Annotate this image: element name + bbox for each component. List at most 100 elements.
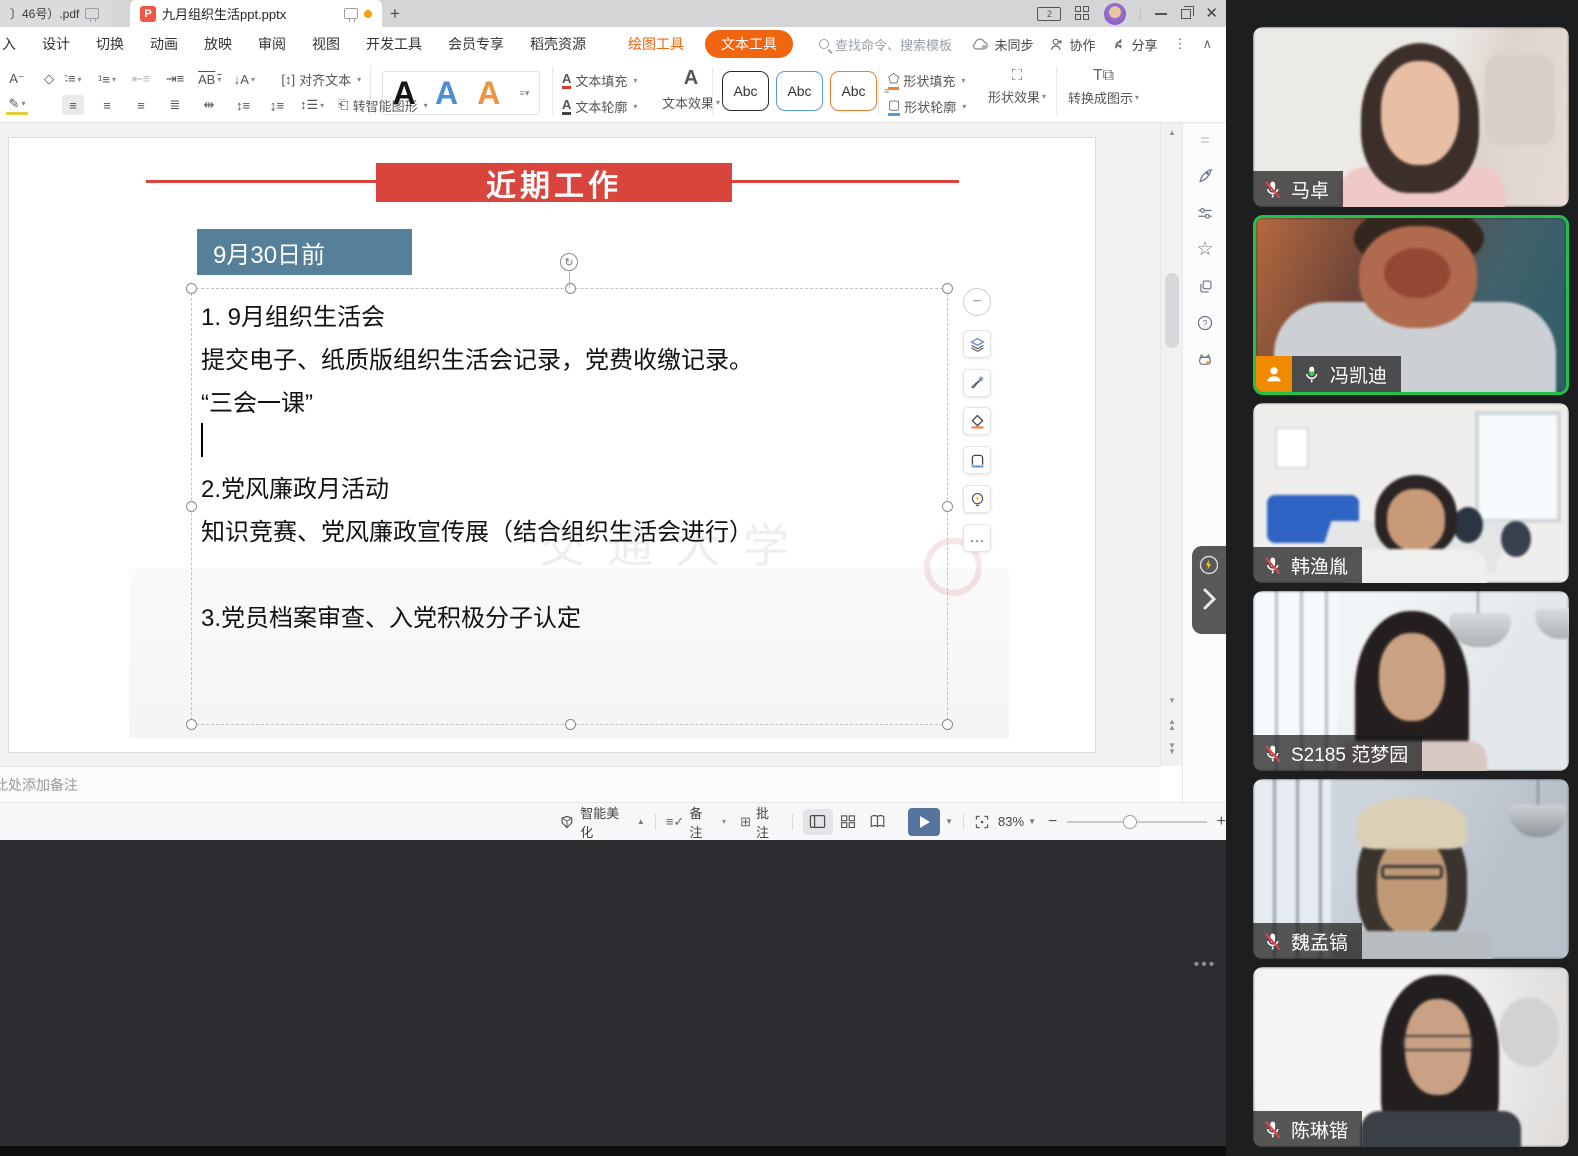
menu-text-tools-active[interactable]: 文本工具	[705, 30, 793, 58]
fit-to-window-icon[interactable]	[974, 814, 990, 830]
convert-to-diagram-button[interactable]: 转换成图示	[1068, 87, 1139, 107]
tab-ppt-document[interactable]: P 九月组织生活ppt.pptx	[130, 0, 382, 27]
distribute-button[interactable]: ⇹	[198, 95, 220, 115]
bullet-list-button[interactable]: ∶≡	[62, 69, 84, 89]
text-fill-button[interactable]: A 文本填充	[562, 70, 637, 90]
shape-effect-button[interactable]: 形状效果	[988, 86, 1046, 106]
zoom-slider-knob[interactable]	[1123, 815, 1137, 829]
menu-review[interactable]: 审阅	[245, 34, 299, 54]
outline-color-button[interactable]	[963, 446, 991, 474]
notes-bar[interactable]: 此处添加备注	[0, 766, 1160, 802]
user-avatar[interactable]	[1104, 3, 1126, 25]
panel-drag-handle[interactable]: =	[1195, 131, 1215, 151]
align-right-button[interactable]: ≡	[130, 95, 152, 115]
menu-view[interactable]: 视图	[299, 34, 353, 54]
app-grid-icon[interactable]	[1075, 6, 1090, 21]
scroll-up-icon[interactable]: ▲	[1161, 129, 1183, 137]
new-tab-button[interactable]: +	[382, 0, 408, 27]
resize-handle-nw[interactable]	[186, 283, 197, 294]
text-direction-button[interactable]: ↓A	[233, 69, 255, 89]
participant-tile[interactable]: 魏孟镐	[1253, 779, 1569, 959]
share-button[interactable]: 分享	[1111, 35, 1157, 54]
deadline-tag-box[interactable]: 9月30日前	[197, 229, 412, 275]
menu-draw-tools[interactable]: 绘图工具	[615, 34, 697, 54]
help-icon[interactable]: ?	[1195, 313, 1215, 333]
fill-color-button[interactable]	[963, 407, 991, 435]
settings-sliders-icon[interactable]	[1195, 203, 1215, 223]
zoom-level[interactable]: 83%	[998, 814, 1024, 829]
star-effects-icon[interactable]: ☆	[1195, 239, 1215, 259]
normal-view-button[interactable]	[803, 809, 833, 835]
text-style-gallery[interactable]: A A A ≡▾	[382, 71, 540, 115]
meeting-panel-pullout[interactable]	[1192, 546, 1226, 634]
resize-handle-sw[interactable]	[186, 719, 197, 730]
minimize-button[interactable]	[1155, 13, 1167, 15]
line-spacing-button[interactable]: ↕☰	[300, 95, 324, 115]
restore-button[interactable]	[1181, 9, 1191, 19]
slide-canvas[interactable]: 交通大学 近期工作 9月30日前 ↻ 1. 9	[8, 137, 1096, 753]
zoom-slider[interactable]	[1067, 821, 1206, 823]
rotate-handle[interactable]: ↻	[560, 253, 578, 271]
shape-style-blue[interactable]: Abc	[776, 71, 823, 111]
reading-view-button[interactable]	[863, 809, 893, 835]
participant-tile-speaking[interactable]: 冯凯迪	[1253, 215, 1569, 395]
slide-sorter-view-button[interactable]	[833, 809, 863, 835]
brush-format-button[interactable]	[963, 369, 991, 397]
pet-assistant-icon[interactable]	[1195, 349, 1215, 369]
play-options-icon[interactable]: ▼	[945, 817, 953, 826]
more-menu-icon[interactable]: ⋮	[1173, 36, 1186, 52]
increase-indent-button[interactable]: ⇥≡	[164, 69, 186, 89]
shrink-font-button[interactable]: A⁻	[6, 69, 28, 89]
gallery-expand-icon[interactable]: ≡▾	[520, 88, 530, 99]
zoom-in-button[interactable]: +	[1217, 813, 1226, 831]
sync-status[interactable]: 未同步	[971, 35, 1033, 54]
shape-style-orange[interactable]: Abc	[830, 71, 877, 111]
play-slideshow-button[interactable]	[908, 808, 940, 836]
line-spacing-up-icon[interactable]: ↕≡	[232, 95, 254, 115]
slide-title-box[interactable]: 近期工作	[376, 163, 732, 202]
participant-tile[interactable]: 陈琳锴	[1253, 967, 1569, 1147]
zoom-out-button[interactable]: −	[1048, 813, 1057, 831]
duplicate-slide-icon[interactable]	[1195, 276, 1215, 296]
collapse-ribbon-icon[interactable]: ∧	[1202, 36, 1212, 52]
collapse-toolbar-button[interactable]: −	[963, 288, 991, 316]
previous-slide-button[interactable]: ▲▲	[1161, 719, 1183, 730]
more-tools-button[interactable]: …	[963, 524, 991, 552]
rocket-icon[interactable]	[1195, 165, 1215, 185]
participant-tile[interactable]: 马卓	[1253, 27, 1569, 207]
shape-fill-button[interactable]: ⬠ 形状填充	[888, 70, 965, 90]
participant-tile[interactable]: S2185 范梦园	[1253, 591, 1569, 771]
text-outline-button[interactable]: A 文本轮廓	[562, 96, 637, 116]
menu-docer[interactable]: 稻壳资源	[517, 34, 599, 54]
notes-toggle-button[interactable]: ≡✓ 备注	[666, 803, 726, 841]
menu-developer[interactable]: 开发工具	[353, 34, 435, 54]
close-button[interactable]: ✕	[1205, 6, 1218, 21]
panel-more-icon[interactable]: •••	[1195, 955, 1215, 975]
align-center-button[interactable]: ≡	[96, 95, 118, 115]
text-style-black[interactable]: A	[393, 77, 416, 109]
align-text-button[interactable]: [↕] 对齐文本	[281, 69, 361, 89]
shape-outline-button[interactable]: ▢ 形状轮廓	[888, 96, 966, 116]
resize-handle-w[interactable]	[186, 501, 197, 512]
menu-insert-partial[interactable]: 入	[0, 34, 29, 54]
next-slide-button[interactable]: ▼▼	[1161, 743, 1183, 754]
resize-handle-ne[interactable]	[942, 283, 953, 294]
split-screen-icon[interactable]: 2	[1037, 7, 1061, 21]
collaborate-button[interactable]: 协作	[1049, 35, 1095, 54]
character-border-button[interactable]: AB	[198, 69, 221, 89]
scroll-down-icon[interactable]: ▼	[1161, 697, 1183, 705]
resize-handle-n[interactable]	[565, 283, 576, 294]
smart-beautify-button[interactable]: 智能美化 ▲	[559, 803, 645, 841]
menu-slideshow[interactable]: 放映	[191, 34, 245, 54]
resize-handle-se[interactable]	[942, 719, 953, 730]
menu-member[interactable]: 会员专享	[435, 34, 517, 54]
vertical-scrollbar[interactable]: ▲ ▼ ▲▲ ▼▼	[1160, 123, 1182, 766]
scrollbar-thumb[interactable]	[1165, 273, 1179, 348]
shape-style-black[interactable]: Abc	[722, 71, 769, 111]
text-style-blue[interactable]: A	[435, 77, 458, 109]
command-search[interactable]: 查找命令、搜索模板	[819, 35, 952, 54]
slide-body-textbox[interactable]: 1. 9月组织生活会 提交电子、纸质版组织生活会记录，党费收缴记录。 “三会一课…	[201, 296, 976, 640]
align-left-button[interactable]: ≡	[62, 95, 84, 115]
layer-order-button[interactable]	[963, 330, 991, 358]
text-style-orange[interactable]: A	[477, 77, 500, 109]
